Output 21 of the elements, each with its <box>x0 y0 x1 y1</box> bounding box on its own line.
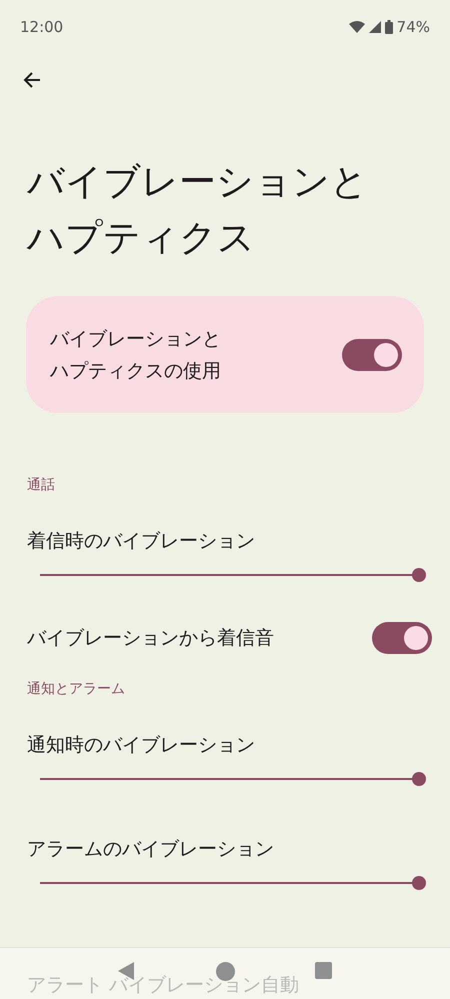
toggle-switch[interactable] <box>372 622 432 654</box>
page-title: バイブレーションとハプティクス <box>26 159 369 261</box>
battery-icon <box>384 20 393 34</box>
setting-label: アラート バイブレーション自動 <box>27 975 300 995</box>
main-switch-card[interactable]: バイブレーションとハプティクスの使用 <box>26 296 424 413</box>
signal-icon <box>368 21 381 33</box>
slider-thumb[interactable] <box>412 568 426 582</box>
setting-label: 着信時のバイブレーション <box>26 529 256 554</box>
slider-thumb[interactable] <box>412 876 426 890</box>
back-arrow-icon <box>23 71 41 89</box>
section-header: 通話 <box>26 476 56 495</box>
wifi-icon <box>348 21 365 33</box>
setting-label: バイブレーションから着信音 <box>27 626 274 651</box>
section-header: 通知とアラーム <box>26 680 126 699</box>
status-time: 12:00 <box>20 16 64 38</box>
slider-thumb[interactable] <box>412 772 426 786</box>
setting-label: 通知時のバイブレーション <box>26 733 256 758</box>
main-switch-label: バイブレーションとハプティクスの使用 <box>50 326 222 384</box>
setting-label: アラームのバイブレーション <box>26 837 275 862</box>
toggle-switch[interactable] <box>342 338 402 370</box>
battery-percent: 74% <box>396 16 430 38</box>
